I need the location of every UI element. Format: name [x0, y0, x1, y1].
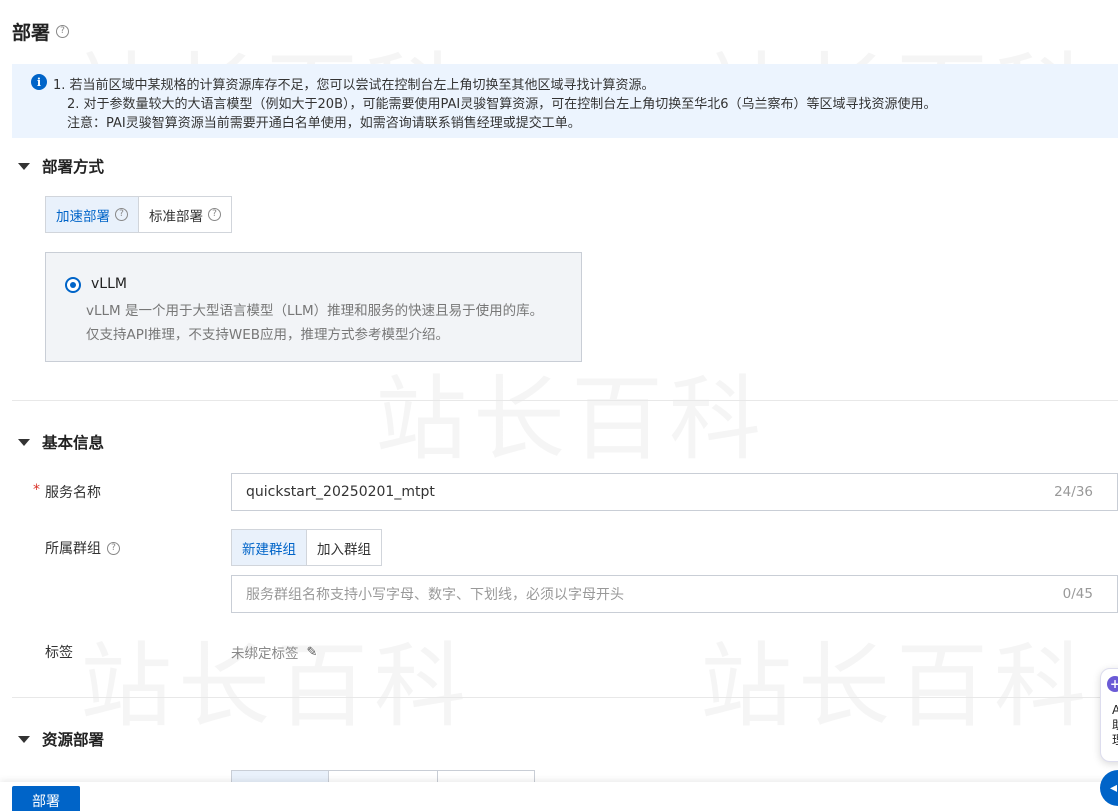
tags-label: 标签	[45, 642, 73, 662]
section-title: 基本信息	[42, 434, 105, 452]
service-name-value: quickstart_20250201_mtpt	[246, 484, 435, 500]
label-text: 服务名称	[45, 485, 101, 501]
service-name-input[interactable]: quickstart_20250201_mtpt 24/36	[231, 473, 1118, 511]
page-title-text: 部署	[12, 22, 51, 44]
radio-selected[interactable]	[65, 277, 81, 293]
label-text: 所属群组	[45, 541, 101, 557]
help-icon[interactable]: ?	[56, 25, 70, 38]
watermark: 站长百科	[80, 612, 472, 745]
group-mode-switch: 新建群组 加入群组	[231, 529, 382, 566]
char-counter: 0/45	[1062, 586, 1093, 602]
group-name-placeholder: 服务群组名称支持小写字母、数字、下划线，必须以字母开头	[246, 587, 624, 603]
caret-down-icon	[18, 438, 30, 446]
resource-tabs	[231, 770, 535, 783]
help-icon[interactable]: ?	[107, 541, 120, 555]
widget-text: A	[1112, 703, 1118, 717]
section-basic-info[interactable]: 基本信息	[18, 431, 104, 453]
group-label: 所属群组 ?	[45, 538, 120, 558]
notice-line-2: 2. 对于参数量较大的大语言模型（例如大于20B），可能需要使用PAI灵骏智算资…	[67, 97, 937, 112]
engine-name: vLLM	[91, 276, 127, 292]
engine-desc-line-1: vLLM 是一个用于大型语言模型（LLM）推理和服务的快速且易于使用的库。	[86, 303, 544, 319]
edit-icon[interactable]: ✎	[307, 645, 318, 660]
section-title: 部署方式	[42, 158, 105, 176]
tags-value: 未绑定标签 ✎	[231, 642, 318, 663]
info-icon: i	[31, 74, 47, 90]
section-title: 资源部署	[42, 731, 105, 749]
section-resource-deploy[interactable]: 资源部署	[18, 728, 104, 750]
page-title: 部署 ?	[12, 18, 70, 45]
service-name-label: 服务名称	[45, 482, 101, 502]
tab-new-group[interactable]: 新建群组	[232, 530, 307, 565]
help-icon[interactable]: ?	[208, 208, 221, 221]
deploy-method-switch: 加速部署 ? 标准部署 ?	[45, 196, 232, 233]
widget-text: 助	[1112, 718, 1118, 733]
divider	[12, 697, 1118, 698]
notice-line-1: 1. 若当前区域中某规格的计算资源库存不足，您可以尝试在控制台左上角切换至其他区…	[53, 78, 655, 93]
help-icon[interactable]: ?	[115, 208, 128, 221]
tab-standard-deploy[interactable]: 标准部署 ?	[139, 197, 231, 232]
tab-join-group[interactable]: 加入群组	[307, 530, 381, 565]
tab-accelerated-deploy[interactable]: 加速部署 ?	[46, 197, 139, 232]
engine-desc-line-2: 仅支持API推理，不支持WEB应用，推理方式参考模型介绍。	[86, 327, 449, 343]
watermark: 站长百科	[375, 345, 767, 478]
tags-text: 未绑定标签	[231, 646, 299, 662]
caret-down-icon	[18, 735, 30, 743]
deploy-button[interactable]: 部署	[12, 786, 80, 811]
caret-down-icon	[18, 162, 30, 170]
divider	[12, 400, 1118, 401]
watermark: 站长百科	[700, 612, 1092, 745]
group-name-input[interactable]: 服务群组名称支持小写字母、数字、下划线，必须以字母开头 0/45	[231, 575, 1118, 613]
tab-label: 加入群组	[317, 541, 371, 558]
tab-label: 加速部署	[56, 208, 110, 225]
plus-icon: +	[1107, 676, 1118, 692]
widget-text: 理	[1112, 733, 1118, 748]
tab-label: 标准部署	[149, 208, 203, 225]
section-deploy-method[interactable]: 部署方式	[18, 155, 104, 177]
tab-label: 新建群组	[242, 541, 296, 558]
engine-option-card[interactable]: vLLM vLLM 是一个用于大型语言模型（LLM）推理和服务的快速且易于使用的…	[45, 252, 582, 362]
info-notice: i 1. 若当前区域中某规格的计算资源库存不足，您可以尝试在控制台左上角切换至其…	[12, 64, 1118, 138]
footer-bar	[0, 782, 1118, 811]
char-counter: 24/36	[1054, 484, 1093, 500]
required-mark: *	[33, 482, 40, 498]
notice-line-3: 注意：PAI灵骏智算资源当前需要开通白名单使用，如需咨询请联系销售经理或提交工单…	[67, 116, 581, 131]
label-text: 标签	[45, 645, 73, 661]
assistant-widget[interactable]: + A 助 理	[1100, 668, 1118, 762]
